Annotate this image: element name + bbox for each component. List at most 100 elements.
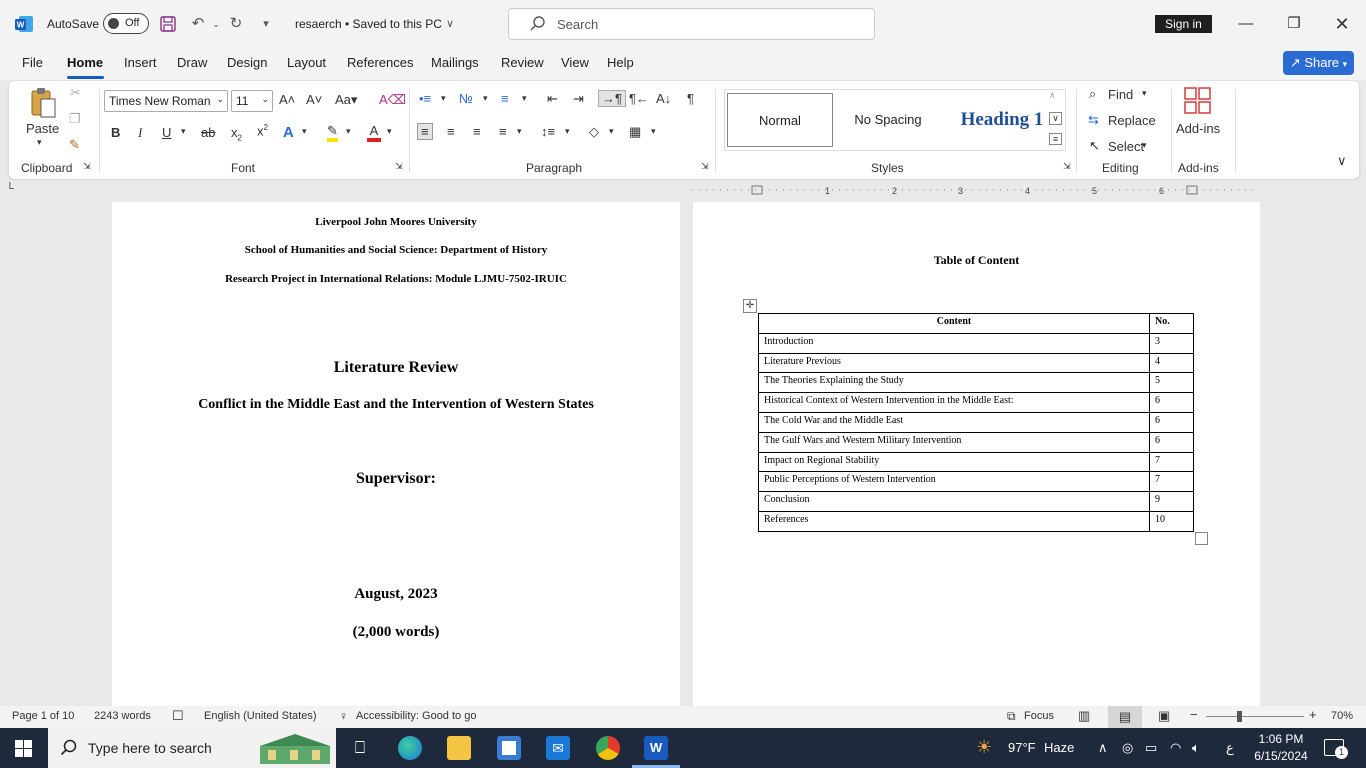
format-painter-icon[interactable]: ✎	[69, 137, 80, 153]
windows-start-icon[interactable]	[15, 740, 32, 757]
sign-in-button[interactable]: Sign in	[1155, 15, 1212, 33]
clear-formatting-icon[interactable]: A⌫	[379, 92, 406, 108]
style-no-spacing[interactable]: No Spacing	[835, 93, 941, 147]
horizontal-ruler[interactable]: 1 2 3 4 5 6	[692, 184, 1258, 196]
taskbar-search[interactable]: Type here to search	[48, 728, 336, 768]
zoom-slider[interactable]	[1206, 711, 1304, 722]
shading-dropdown-icon[interactable]: ▾	[609, 126, 614, 137]
page-count[interactable]: Page 1 of 10	[12, 710, 74, 722]
zoom-out-icon[interactable]: −	[1190, 707, 1198, 722]
align-center-icon[interactable]: ≡	[447, 124, 455, 139]
word-taskbar-icon[interactable]: W	[644, 736, 668, 760]
close-icon[interactable]: ✕	[1330, 12, 1354, 36]
toc-entry-title[interactable]: Public Perceptions of Western Interventi…	[758, 471, 1150, 493]
accessibility-status[interactable]: Accessibility: Good to go	[356, 710, 476, 722]
print-layout-icon[interactable]: ▤	[1108, 706, 1142, 728]
restore-icon[interactable]: ❐	[1282, 12, 1306, 36]
paste-dropdown-icon[interactable]: ▾	[37, 137, 42, 148]
toc-entry-title[interactable]: Conclusion	[758, 491, 1150, 512]
microsoft-store-icon[interactable]	[497, 736, 521, 760]
toc-entry-title[interactable]: The Theories Explaining the Study	[758, 372, 1150, 394]
paste-button[interactable]: Paste	[26, 121, 59, 136]
select-icon[interactable]: ↖	[1089, 138, 1100, 154]
task-view-icon[interactable]: ⎕	[348, 736, 372, 760]
share-button[interactable]: ↗ Share ▾	[1283, 51, 1354, 75]
toc-entry-page[interactable]: 3	[1149, 332, 1194, 354]
language-status[interactable]: English (United States)	[204, 710, 317, 722]
find-dropdown-icon[interactable]: ▾	[1142, 88, 1147, 99]
strikethrough-icon[interactable]: ab	[201, 125, 215, 140]
tab-view[interactable]: View	[561, 55, 589, 70]
toc-entry-title[interactable]: Introduction	[758, 332, 1150, 354]
style-normal[interactable]: Normal	[727, 93, 833, 147]
sort-icon[interactable]: A↓	[656, 91, 671, 106]
toc-entry-title[interactable]: Impact on Regional Stability	[758, 451, 1150, 473]
add-ins-icon[interactable]	[1183, 86, 1213, 116]
toc-entry-page[interactable]: 7	[1149, 451, 1194, 473]
add-ins-button[interactable]: Add-ins	[1176, 121, 1220, 136]
wifi-icon[interactable]: ◠	[1170, 740, 1181, 756]
toc-entry-page[interactable]: 6	[1149, 392, 1194, 413]
bullets-icon[interactable]: •≡	[419, 91, 431, 106]
redo-icon[interactable]: ↻	[226, 14, 246, 34]
tray-chevron-icon[interactable]: ∧	[1098, 740, 1108, 756]
increase-indent-icon[interactable]: ⇥	[573, 91, 584, 107]
volume-icon[interactable]: 🔈︎	[1192, 740, 1200, 756]
undo-dropdown-icon[interactable]: ⌄	[206, 14, 226, 34]
meet-now-icon[interactable]: ◎	[1122, 740, 1133, 756]
highlight-icon[interactable]: ✎	[327, 124, 338, 142]
toc-entry-page[interactable]: 6	[1149, 411, 1194, 433]
dialog-launcher-icon[interactable]: ⇲	[1063, 161, 1071, 172]
toc-entry-title[interactable]: Literature Previous	[758, 352, 1150, 374]
line-spacing-dropdown-icon[interactable]: ▾	[565, 126, 570, 137]
word-count[interactable]: 2243 words	[94, 710, 151, 722]
dialog-launcher-icon[interactable]: ⇲	[395, 161, 403, 172]
customize-toolbar-icon[interactable]: ▾	[256, 14, 276, 34]
tab-design[interactable]: Design	[227, 55, 267, 70]
select-button[interactable]: Select	[1108, 139, 1144, 154]
bold-icon[interactable]: B	[111, 125, 120, 140]
numbering-icon[interactable]: №	[459, 91, 473, 106]
shrink-font-icon[interactable]: A˅	[306, 92, 322, 107]
justify-icon[interactable]: ≡	[499, 124, 507, 139]
find-button[interactable]: Find	[1108, 87, 1133, 102]
toc-entry-page[interactable]: 5	[1149, 372, 1194, 394]
underline-icon[interactable]: U	[162, 125, 171, 140]
read-mode-icon[interactable]: ▥	[1078, 708, 1090, 724]
focus-button[interactable]: Focus	[1024, 710, 1054, 722]
cut-icon[interactable]: ✂	[70, 85, 81, 101]
text-effects-dropdown-icon[interactable]: ▾	[302, 126, 307, 137]
italic-icon[interactable]: I	[138, 125, 142, 141]
font-color-icon[interactable]: A	[367, 123, 381, 142]
underline-dropdown-icon[interactable]: ▾	[181, 126, 186, 137]
chrome-icon[interactable]	[596, 736, 620, 760]
shading-icon[interactable]: ◇	[589, 124, 599, 140]
minimize-icon[interactable]: —	[1234, 12, 1258, 36]
superscript-icon[interactable]: x2	[257, 123, 268, 138]
find-icon[interactable]: ⌕	[1089, 86, 1096, 102]
tab-help[interactable]: Help	[607, 55, 634, 70]
replace-icon[interactable]: ⇆	[1088, 112, 1099, 128]
styles-scroll-down-icon[interactable]: ∨	[1049, 112, 1062, 125]
styles-more-icon[interactable]: ≡	[1049, 133, 1062, 145]
toc-entry-title[interactable]: References	[758, 510, 1150, 532]
collapse-ribbon-icon[interactable]: ∨	[1337, 153, 1347, 169]
tab-home[interactable]: Home	[67, 55, 103, 70]
undo-icon[interactable]: ↶	[188, 14, 208, 34]
line-spacing-icon[interactable]: ↕≡	[541, 124, 555, 139]
web-layout-icon[interactable]: ▣	[1158, 708, 1170, 724]
battery-icon[interactable]: ▭	[1145, 740, 1157, 756]
edge-icon[interactable]	[398, 736, 422, 760]
toc-entry-title[interactable]: The Gulf Wars and Western Military Inter…	[758, 431, 1150, 453]
change-case-icon[interactable]: Aa▾	[335, 92, 357, 108]
numbering-dropdown-icon[interactable]: ▾	[483, 93, 488, 104]
table-move-handle-icon[interactable]: ✛	[743, 299, 757, 313]
copy-icon[interactable]: ❐	[69, 111, 81, 127]
dialog-launcher-icon[interactable]: ⇲	[83, 161, 91, 172]
multilevel-list-icon[interactable]: ≡	[501, 91, 509, 106]
toc-entry-page[interactable]: 9	[1149, 491, 1194, 512]
text-effects-icon[interactable]: A	[283, 124, 294, 141]
font-color-dropdown-icon[interactable]: ▾	[387, 126, 392, 137]
zoom-in-icon[interactable]: +	[1309, 707, 1317, 722]
focus-icon[interactable]: ⧉	[1007, 709, 1016, 724]
